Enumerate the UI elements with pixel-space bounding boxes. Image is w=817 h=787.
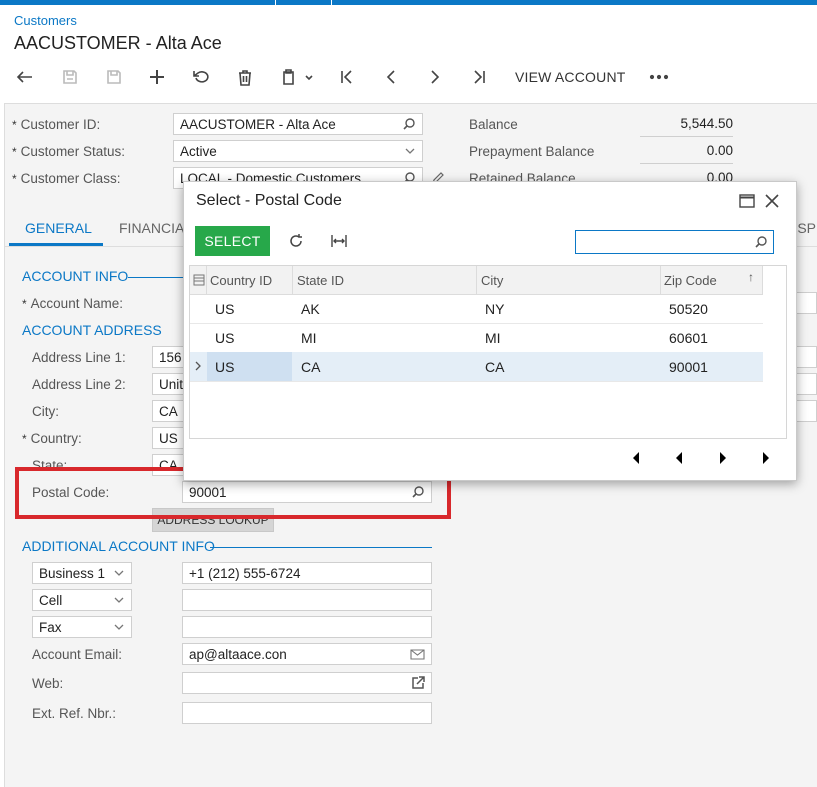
phone3-field[interactable] [182,616,432,638]
table-row-selected[interactable]: US CA CA 90001 [190,352,763,382]
page-title: AACUSTOMER - Alta Ace [14,33,222,53]
chevron-down-icon [114,624,124,630]
save-icon[interactable] [104,66,124,88]
column-settings-icon[interactable] [193,274,205,286]
table-row[interactable]: US MI MI 60601 [190,323,763,353]
tab-general[interactable]: GENERAL [25,220,92,236]
ext-ref-label: Ext. Ref. Nbr.: [32,706,117,721]
maximize-icon[interactable] [739,194,755,208]
prev-icon[interactable] [381,66,401,88]
customer-id-field[interactable]: AACUSTOMER - Alta Ace [173,113,423,135]
partial-field[interactable] [795,292,817,314]
section-divider [128,277,188,278]
undo-icon[interactable] [191,66,211,88]
chevron-down-icon [114,597,124,603]
tab-financial[interactable]: FINANCIAL [119,220,192,236]
last-icon[interactable] [469,66,489,88]
web-field[interactable] [182,672,432,694]
phone2-type-dropdown[interactable]: Cell [32,589,132,611]
breadcrumb[interactable]: Customers [14,13,77,28]
external-link-icon[interactable] [411,676,425,690]
address-line2-label: Address Line 2: [32,377,126,392]
table-row[interactable]: US AK NY 50520 [190,294,763,324]
ext-ref-field[interactable] [182,702,432,724]
phone1-field[interactable]: +1 (212) 555-6724 [182,562,432,584]
customer-status-label: * Customer Status: [12,144,125,159]
sort-ascending-icon: ↑ [748,270,754,284]
top-accent-bar [0,0,817,5]
refresh-icon[interactable] [288,233,304,249]
select-postal-code-dialog: Select - Postal Code SELECT Country ID S… [183,181,797,481]
row-pointer-icon [195,361,201,371]
search-icon[interactable] [754,235,768,249]
mail-icon[interactable] [410,647,425,661]
view-account-button[interactable]: VIEW ACCOUNT [515,69,626,85]
balance-value: 5,544.50 [640,116,733,137]
grid-header: Country ID State ID City Zip Code ↑ [190,266,763,295]
web-label: Web: [32,676,64,691]
phone1-type-dropdown[interactable]: Business 1 [32,562,132,584]
account-name-label: * Account Name: [22,296,123,311]
column-header-zip[interactable]: Zip Code [664,273,717,288]
partial-field[interactable] [795,373,817,395]
balance-label: Balance [469,117,518,132]
partial-field[interactable] [795,346,817,368]
account-address-heading: ACCOUNT ADDRESS [22,322,162,338]
first-page-icon[interactable] [627,450,643,466]
close-icon[interactable] [765,194,779,208]
fit-columns-icon[interactable] [330,234,348,248]
column-header-country[interactable]: Country ID [210,273,272,288]
partial-field[interactable] [795,400,817,422]
next-page-icon[interactable] [715,450,731,466]
country-label: * Country: [22,431,82,446]
dialog-title: Select - Postal Code [196,192,342,209]
first-icon[interactable] [337,66,357,88]
more-icon[interactable] [648,66,670,88]
back-icon[interactable] [15,66,35,88]
delete-icon[interactable] [235,66,255,88]
address-line1-label: Address Line 1: [32,350,126,365]
chevron-down-icon [405,148,415,154]
section-divider [210,547,432,548]
column-header-state[interactable]: State ID [297,273,344,288]
column-header-city[interactable]: City [481,273,503,288]
save-close-icon[interactable] [60,66,80,88]
prepayment-balance-value: 0.00 [640,143,733,164]
select-button[interactable]: SELECT [195,226,270,256]
prev-page-icon[interactable] [671,450,687,466]
next-icon[interactable] [425,66,445,88]
account-email-label: Account Email: [32,647,123,662]
phone2-field[interactable] [182,589,432,611]
add-icon[interactable] [147,66,167,88]
last-page-icon[interactable] [759,450,775,466]
city-label: City: [32,404,59,419]
customer-status-dropdown[interactable]: Active [173,140,423,162]
chevron-down-icon [114,570,124,576]
additional-info-heading: ADDITIONAL ACCOUNT INFO [22,538,215,554]
customer-id-label: * Customer ID: [12,117,101,132]
phone3-type-dropdown[interactable]: Fax [32,616,132,638]
account-email-field[interactable]: ap@altaace.con [182,643,432,665]
search-icon[interactable] [402,117,416,131]
account-info-heading: ACCOUNT INFO [22,268,129,284]
copy-paste-icon[interactable] [279,66,317,88]
dialog-search-input[interactable] [575,230,774,254]
prepayment-balance-label: Prepayment Balance [469,144,595,159]
postal-code-grid: Country ID State ID City Zip Code ↑ US A… [189,265,787,439]
customer-class-label: * Customer Class: [12,171,121,186]
